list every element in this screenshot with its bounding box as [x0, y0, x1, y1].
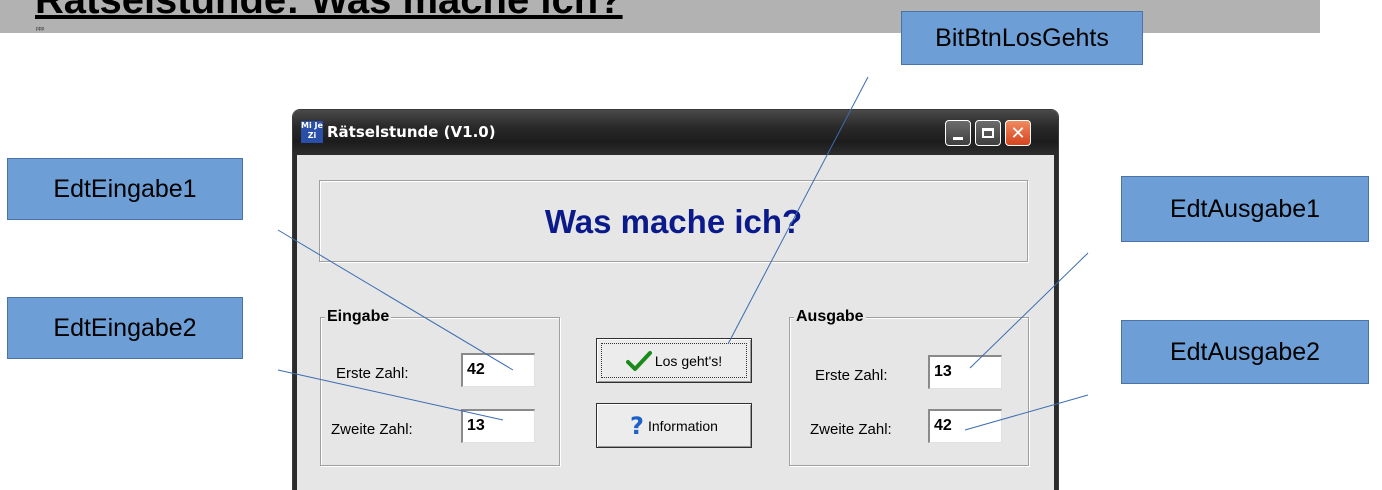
eingabe-label-first: Erste Zahl: — [336, 365, 409, 382]
maximize-button[interactable] — [975, 120, 1001, 146]
ausgabe-legend: Ausgabe — [794, 308, 866, 326]
close-button[interactable]: ✕ — [1005, 120, 1031, 146]
eingabe-legend: Eingabe — [325, 308, 392, 326]
slide-title: Rätselstunde: Was mache ich? — [35, 0, 623, 22]
app-icon: Mi Je Zi — [301, 121, 323, 143]
window-titlebar[interactable]: Mi Je Zi Rätselstunde (V1.0) ✕ — [293, 110, 1058, 155]
app-window: Mi Je Zi Rätselstunde (V1.0) ✕ Was mache… — [293, 110, 1058, 490]
edt-ausgabe2-input[interactable]: 42 — [928, 409, 1002, 443]
edt-eingabe1-input[interactable]: 42 — [461, 353, 535, 387]
callout-edt-ausgabe2: EdtAusgabe2 — [1121, 320, 1369, 384]
callout-bitbtn-losgehts: BitBtnLosGehts — [901, 11, 1143, 65]
heading-label: Was mache ich? — [544, 203, 803, 240]
window-title: Rätselstunde (V1.0) — [327, 123, 496, 141]
eingabe-label-second: Zweite Zahl: — [331, 421, 413, 438]
slide-footnote: ppp — [36, 26, 45, 32]
question-icon: ? — [630, 411, 644, 440]
callout-edt-eingabe1: EdtEingabe1 — [7, 158, 243, 220]
information-label: Information — [647, 417, 718, 434]
information-button[interactable]: ? Information — [596, 403, 752, 448]
ausgabe-label-second: Zweite Zahl: — [810, 421, 892, 438]
maximize-icon — [982, 128, 994, 138]
los-gehts-button[interactable]: Los geht's! — [596, 338, 752, 383]
close-icon: ✕ — [1010, 122, 1026, 144]
ausgabe-group: Ausgabe Erste Zahl: 13 Zweite Zahl: 42 — [789, 308, 1029, 466]
edt-ausgabe1-input[interactable]: 13 — [928, 355, 1002, 389]
ausgabe-label-first: Erste Zahl: — [815, 367, 888, 384]
focus-ring — [601, 343, 747, 378]
edt-eingabe2-input[interactable]: 13 — [461, 409, 535, 443]
callout-edt-eingabe2: EdtEingabe2 — [7, 297, 243, 359]
callout-edt-ausgabe1: EdtAusgabe1 — [1121, 176, 1369, 242]
eingabe-group: Eingabe Erste Zahl: 42 Zweite Zahl: 13 — [320, 308, 560, 466]
minimize-icon — [953, 136, 963, 140]
heading-panel: Was mache ich? — [319, 180, 1028, 262]
minimize-button[interactable] — [945, 120, 971, 146]
